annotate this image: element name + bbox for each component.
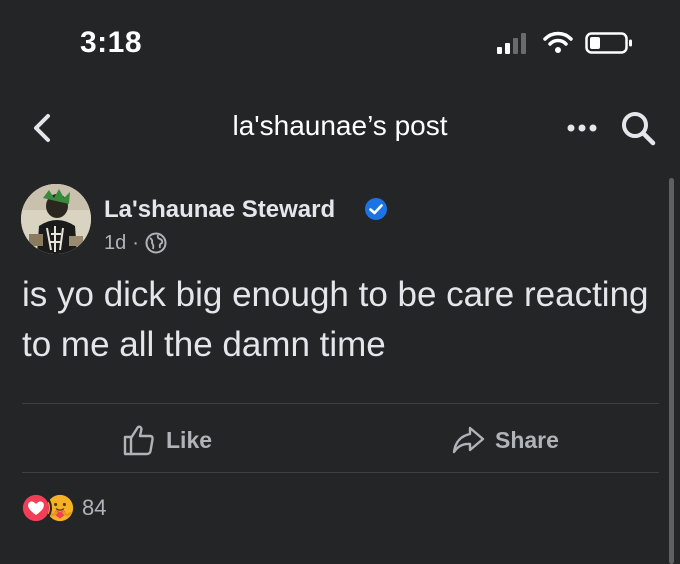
avatar-image <box>21 184 91 254</box>
more-options-button[interactable] <box>562 110 602 146</box>
love-reaction-icon <box>20 492 52 524</box>
search-icon <box>622 112 656 146</box>
status-time: 3:18 <box>80 26 143 59</box>
avatar[interactable] <box>21 184 91 254</box>
screen: 3:18 la'shaunae’s post La'shaunae Stewar… <box>0 0 680 564</box>
verified-badge-icon <box>365 198 387 220</box>
reaction-summary[interactable]: 84 <box>20 490 106 526</box>
search-button[interactable] <box>616 108 660 148</box>
post-meta: 1d · <box>104 231 167 255</box>
post-text: is yo dick big enough to be care reactin… <box>22 275 649 364</box>
scrollbar[interactable] <box>669 178 674 564</box>
wifi-icon <box>543 31 573 53</box>
nav-bar: la'shaunae’s post <box>0 98 680 158</box>
cellular-signal-icon <box>497 33 526 54</box>
share-label: Share <box>495 426 559 453</box>
reaction-count: 84 <box>82 495 107 520</box>
more-dots-icon <box>567 124 597 132</box>
like-button[interactable]: Like <box>122 418 212 462</box>
like-label: Like <box>166 426 213 453</box>
divider-bottom <box>22 472 659 473</box>
thumbs-up-icon <box>123 425 154 456</box>
meta-separator: · <box>132 231 139 254</box>
post-timestamp[interactable]: 1d <box>104 232 126 255</box>
share-arrow-icon <box>452 426 485 454</box>
status-bar: 3:18 <box>0 0 680 90</box>
battery-icon <box>585 32 632 54</box>
author-name[interactable]: La'shaunae Steward <box>104 196 335 224</box>
share-button[interactable]: Share <box>451 418 559 462</box>
globe-icon <box>145 232 167 254</box>
divider-top <box>22 403 659 404</box>
